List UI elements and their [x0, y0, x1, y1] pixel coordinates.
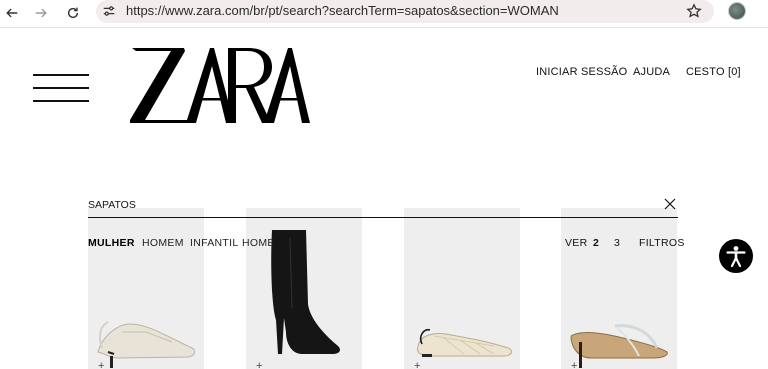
accessibility-icon[interactable]: [719, 239, 753, 273]
add-to-cart-icon[interactable]: +: [571, 360, 577, 369]
view-label: VER: [565, 237, 588, 249]
menu-hamburger-icon[interactable]: [33, 74, 89, 104]
product-image[interactable]: [88, 208, 204, 369]
tab-homem[interactable]: HOMEM: [142, 237, 184, 249]
view-3-columns-button[interactable]: 3: [614, 237, 620, 249]
forward-arrow-icon[interactable]: [30, 2, 52, 24]
browser-toolbar: https://www.zara.com/br/pt/search?search…: [0, 0, 768, 28]
product-card[interactable]: +: [561, 208, 677, 369]
close-icon[interactable]: [664, 198, 676, 210]
search-field[interactable]: [88, 198, 678, 218]
add-to-cart-icon[interactable]: +: [98, 360, 104, 369]
reload-icon[interactable]: [62, 2, 84, 24]
product-image[interactable]: [246, 208, 362, 369]
back-arrow-icon[interactable]: [1, 2, 23, 24]
search-input[interactable]: [88, 198, 648, 212]
product-card[interactable]: +: [246, 208, 362, 369]
product-card[interactable]: +: [88, 208, 204, 369]
tab-home[interactable]: HOME: [242, 237, 275, 249]
site-settings-icon[interactable]: [102, 4, 116, 18]
tab-infantil[interactable]: INFANTIL: [190, 237, 239, 249]
product-image[interactable]: [561, 208, 677, 369]
cart-link[interactable]: CESTO [0]: [686, 66, 741, 78]
add-to-cart-icon[interactable]: +: [256, 360, 262, 369]
zara-logo[interactable]: [128, 46, 312, 124]
view-2-columns-button[interactable]: 2: [593, 237, 599, 249]
add-to-cart-icon[interactable]: +: [414, 360, 420, 369]
url-text[interactable]: https://www.zara.com/br/pt/search?search…: [126, 3, 559, 18]
filters-button[interactable]: FILTROS: [639, 237, 685, 249]
tab-mulher[interactable]: MULHER: [88, 237, 135, 249]
product-image[interactable]: [404, 208, 520, 369]
address-bar[interactable]: https://www.zara.com/br/pt/search?search…: [96, 0, 714, 23]
bookmark-star-icon[interactable]: [686, 3, 702, 19]
profile-avatar[interactable]: [728, 2, 746, 20]
product-card[interactable]: +: [404, 208, 520, 369]
login-link[interactable]: INICIAR SESSÃO: [536, 66, 627, 78]
help-link[interactable]: AJUDA: [633, 66, 670, 78]
